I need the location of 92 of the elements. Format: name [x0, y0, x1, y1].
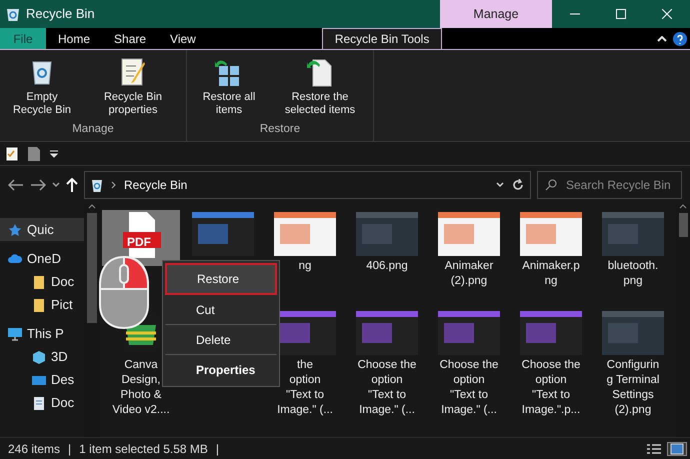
collapse-ribbon-icon[interactable]: [657, 36, 667, 42]
file-name[interactable]: Animaker (2).png: [444, 259, 494, 289]
details-view-button[interactable]: [644, 442, 664, 456]
file-item[interactable]: Animaker (2).png: [430, 210, 508, 291]
context-tab-label: Manage: [440, 0, 552, 28]
dropdown-caret-icon[interactable]: [496, 182, 504, 188]
list-icon: [647, 442, 661, 454]
sidebar-item[interactable]: Doc: [0, 391, 84, 414]
ribbon-group-label: Manage: [72, 122, 114, 137]
scroll-up-icon[interactable]: [679, 204, 687, 209]
screenshot-thumbnail: [438, 212, 500, 256]
status-text: 1 item selected 5.58 MB: [79, 440, 208, 458]
screenshot-thumbnail: [356, 212, 418, 256]
screenshot-thumbnail: [274, 212, 336, 256]
recycle-bin-icon: [91, 178, 103, 192]
file-name[interactable]: 406.png: [366, 259, 408, 274]
document-icon: [32, 396, 46, 410]
window-title: Recycle Bin: [26, 5, 95, 24]
sidebar-item[interactable]: OneD: [0, 247, 84, 270]
screenshot-thumbnail: [602, 212, 664, 256]
ribbon-tab[interactable]: Home: [46, 28, 102, 49]
ribbon-button[interactable]: Recycle Bin properties: [84, 54, 182, 121]
large-icons-view-button[interactable]: [667, 442, 687, 456]
screenshot-thumbnail: [602, 311, 664, 355]
address-path: Recycle Bin: [124, 177, 188, 194]
sidebar-item[interactable]: Doc: [0, 270, 84, 293]
ribbon-tab[interactable]: Recycle Bin Tools: [322, 28, 442, 49]
search-field[interactable]: Search Recycle Bin: [537, 171, 682, 199]
sidebar-item[interactable]: Pict: [0, 293, 84, 316]
screenshot-thumbnail: [520, 212, 582, 256]
sidebar-item[interactable]: Des: [0, 368, 84, 391]
context-menu-item[interactable]: Delete: [165, 325, 277, 355]
ribbon-group-label: Restore: [260, 122, 300, 137]
cloud-icon: [8, 252, 22, 266]
ribbon-button[interactable]: Empty Recycle Bin: [4, 54, 80, 121]
sidebar-item[interactable]: This P: [0, 322, 84, 345]
maximize-icon: [616, 9, 626, 19]
file-name[interactable]: Choose the option "Text to Image." (...: [358, 358, 416, 418]
file-item[interactable]: bluetooth. png: [594, 210, 672, 291]
help-icon[interactable]: [673, 32, 687, 46]
star-icon: [8, 222, 22, 236]
context-menu-item[interactable]: Cut: [165, 295, 277, 325]
file-name[interactable]: ng: [298, 259, 312, 274]
file-item[interactable]: Choose the option "Text to Image." (...: [348, 309, 426, 420]
ribbon-tab[interactable]: File: [0, 28, 46, 49]
refresh-icon[interactable]: [512, 179, 524, 191]
file-item[interactable]: Choose the option "Text to Image.".p...: [512, 309, 590, 420]
address-bar[interactable]: Recycle Bin: [84, 171, 531, 199]
folder-icon: [32, 298, 46, 312]
cube-icon: [32, 350, 46, 364]
status-text: 246 items: [8, 440, 60, 458]
screenshot-thumbnail: [520, 311, 582, 355]
scroll-up-icon[interactable]: [88, 204, 96, 209]
scrollbar-thumb[interactable]: [87, 213, 97, 323]
screenshot-thumbnail: [438, 311, 500, 355]
page-icon[interactable]: [28, 146, 40, 160]
dropdown-caret-icon[interactable]: [52, 182, 60, 188]
file-name[interactable]: Choose the option "Text to Image.".p...: [522, 358, 580, 418]
sidebar-item[interactable]: 3D: [0, 345, 84, 368]
monitor-icon: [8, 326, 22, 340]
sidebar-item[interactable]: Quic: [0, 218, 84, 241]
search-icon: [545, 179, 557, 191]
separator: |: [68, 440, 72, 458]
file-item[interactable]: Animaker.p ng: [512, 210, 590, 291]
image-icon: [670, 442, 684, 454]
scrollbar-thumb[interactable]: [678, 213, 688, 237]
up-arrow-icon[interactable]: [66, 178, 78, 192]
file-name[interactable]: bluetooth. png: [608, 259, 658, 289]
customize-toolbar-icon[interactable]: [50, 150, 58, 158]
chevron-icon: [111, 181, 116, 189]
screenshot-thumbnail: [356, 311, 418, 355]
ribbon-tab[interactable]: View: [158, 28, 208, 49]
file-name[interactable]: Choose the option "Text to Image." (...: [440, 358, 498, 418]
file-name[interactable]: Animaker.p ng: [522, 259, 580, 289]
ribbon-button[interactable]: Restore all items: [191, 54, 267, 121]
checklist-icon[interactable]: [6, 146, 18, 160]
forward-arrow-icon[interactable]: [30, 179, 46, 191]
file-name[interactable]: Configurin g Terminal Settings (2).png: [606, 358, 660, 418]
close-icon: [662, 9, 672, 19]
folder-icon: [32, 274, 46, 288]
ribbon-button[interactable]: Restore the selected items: [271, 54, 369, 121]
file-name[interactable]: the option "Text to Image." (...: [277, 358, 333, 418]
back-arrow-icon[interactable]: [8, 179, 24, 191]
file-item[interactable]: Choose the option "Text to Image." (...: [430, 309, 508, 420]
pdf-label: PDF: [127, 234, 151, 251]
app-thumbnail: [192, 212, 254, 256]
ribbon-tab[interactable]: Share: [102, 28, 158, 49]
file-item[interactable]: 406.png: [348, 210, 426, 276]
recycle-bin-icon: [6, 6, 20, 22]
file-item[interactable]: Configurin g Terminal Settings (2).png: [594, 309, 672, 420]
separator: |: [216, 440, 220, 458]
context-menu-item[interactable]: Restore: [165, 263, 277, 295]
